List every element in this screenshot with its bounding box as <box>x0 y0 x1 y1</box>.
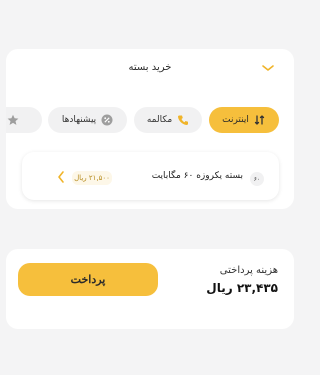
card-header[interactable]: خرید بسته <box>6 49 294 85</box>
payment-amount: ۲۳,۴۳۵ ریال <box>206 281 278 295</box>
star-icon <box>7 114 19 125</box>
package-item[interactable]: ۶۰ بسته یکروزه ۶۰ مگابایت ۲۱,۵۰۰ ریال <box>22 152 279 200</box>
payment-label: هزینه پرداختی <box>219 265 278 276</box>
page-title: خرید بسته <box>128 61 172 73</box>
tab-internet[interactable]: اینترنت <box>209 107 279 133</box>
package-size-badge: ۶۰ <box>250 172 264 186</box>
tab-offers[interactable]: پیشنهادها <box>48 107 127 133</box>
package-price: ۲۱,۵۰۰ ریال <box>72 171 112 185</box>
chevron-left-icon[interactable] <box>56 170 66 184</box>
chevron-down-icon[interactable] <box>261 63 275 73</box>
tab-call[interactable]: مکالمه <box>134 107 202 133</box>
tab-label: پیشنهادها <box>61 115 97 125</box>
payment-card: هزینه پرداختی ۲۳,۴۳۵ ریال پرداخت <box>6 249 294 329</box>
tab-label: مکالمه <box>146 115 173 125</box>
offers-icon <box>101 114 113 126</box>
internet-icon <box>254 115 265 125</box>
tab-favorites[interactable]: ا <box>6 107 42 133</box>
buy-package-card: خرید بسته اینترنت مکالمه پیشنهادها ۶۰ بس… <box>6 49 294 209</box>
top-background <box>0 0 300 49</box>
package-name: بسته یکروزه ۶۰ مگابایت <box>151 171 243 181</box>
tab-label: اینترنت <box>222 115 249 125</box>
category-tabs: اینترنت مکالمه پیشنهادها ا <box>6 107 294 133</box>
pay-button[interactable]: پرداخت <box>18 263 158 296</box>
phone-icon <box>178 115 189 125</box>
